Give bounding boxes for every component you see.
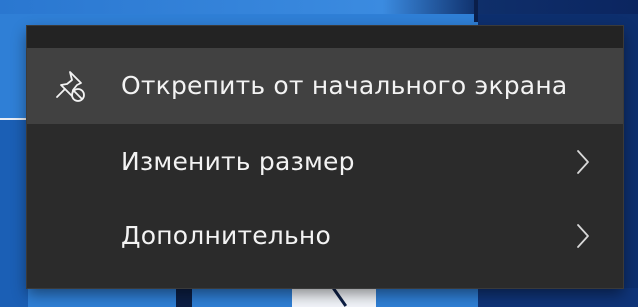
chevron-right-icon — [575, 147, 591, 177]
tile-top-strip — [0, 0, 638, 14]
menu-item-resize[interactable]: Изменить размер — [27, 124, 623, 200]
tile-bottom-dark — [176, 288, 192, 307]
menu-item-more[interactable]: Дополнительно — [27, 198, 623, 274]
unpin-icon — [53, 68, 89, 104]
tile-divider — [474, 0, 478, 22]
menu-top-bar — [27, 26, 623, 48]
tile-bottom-right — [478, 288, 638, 307]
menu-item-label: Дополнительно — [121, 220, 331, 250]
tile-left-edge — [0, 120, 28, 307]
tile-context-menu: Открепить от начального экрана Изменить … — [27, 26, 623, 288]
chevron-right-icon — [575, 221, 591, 251]
menu-item-label: Изменить размер — [121, 146, 355, 176]
menu-item-unpin-from-start[interactable]: Открепить от начального экрана — [27, 48, 623, 124]
menu-item-label: Открепить от начального экрана — [121, 70, 568, 100]
